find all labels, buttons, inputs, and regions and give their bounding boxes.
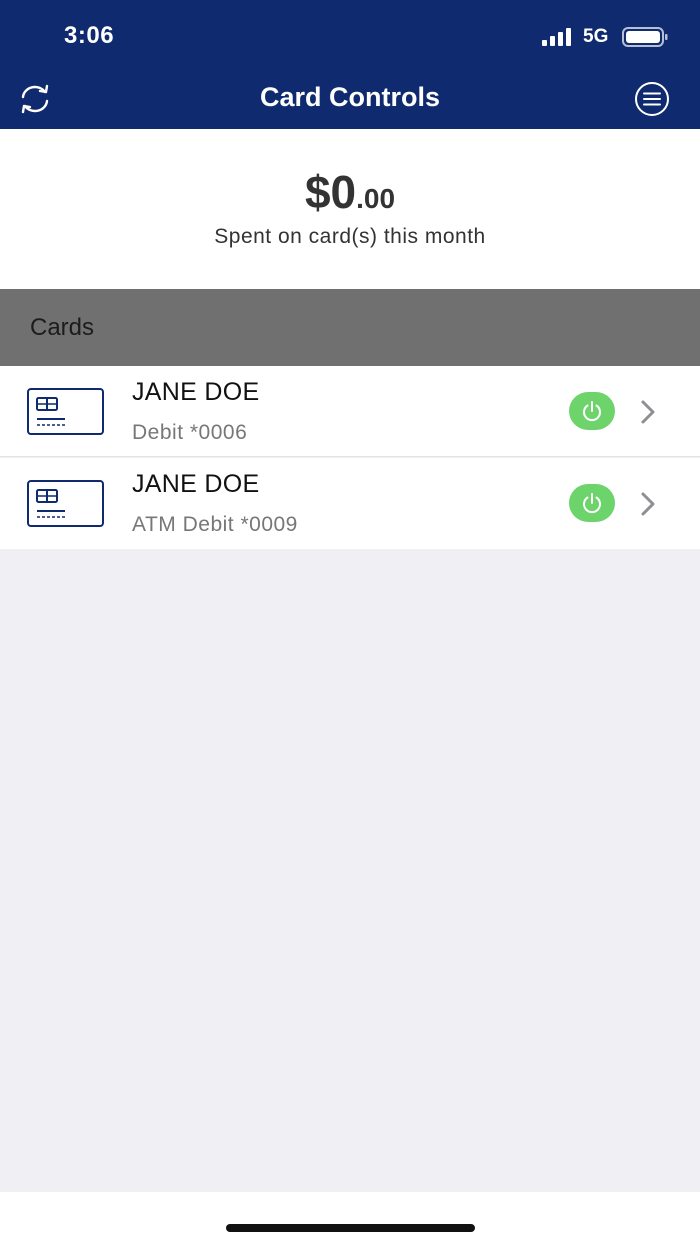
network-type: 5G [583,26,609,47]
credit-card-icon [27,480,104,527]
card-row[interactable]: JANE DOE ATM Debit *0009 [0,458,700,549]
page-title: Card Controls [259,82,440,112]
card-holder-name: JANE DOE [132,470,260,498]
amount-caption: Spent on card(s) this month [214,225,486,248]
amount-whole: $0 [304,166,357,218]
card-power-toggle[interactable] [569,484,615,522]
menu-icon[interactable] [633,82,671,116]
battery-icon [622,27,668,47]
home-indicator[interactable] [226,1224,475,1232]
card-description: Debit *0006 [132,421,248,444]
chevron-right-icon [641,400,655,424]
signal-icon [542,28,571,46]
spent-amount: $0.00 [0,165,700,219]
power-icon [583,401,601,422]
card-row[interactable]: JANE DOE Debit *0006 [0,366,700,457]
section-title: Cards [30,314,95,341]
status-time: 3:06 [64,22,115,49]
cards-section-header: Cards [0,289,700,366]
chevron-right-icon [641,492,655,516]
card-holder-name: JANE DOE [132,378,260,406]
power-icon [583,493,601,514]
card-power-toggle[interactable] [569,392,615,430]
home-bar-area [0,1192,700,1244]
credit-card-icon [27,388,104,435]
spending-summary: $0.00 Spent on card(s) this month [0,129,700,289]
card-description: ATM Debit *0009 [132,513,298,536]
header: 3:06 5G Card Controls [0,0,700,129]
amount-cents: .00 [356,183,396,214]
